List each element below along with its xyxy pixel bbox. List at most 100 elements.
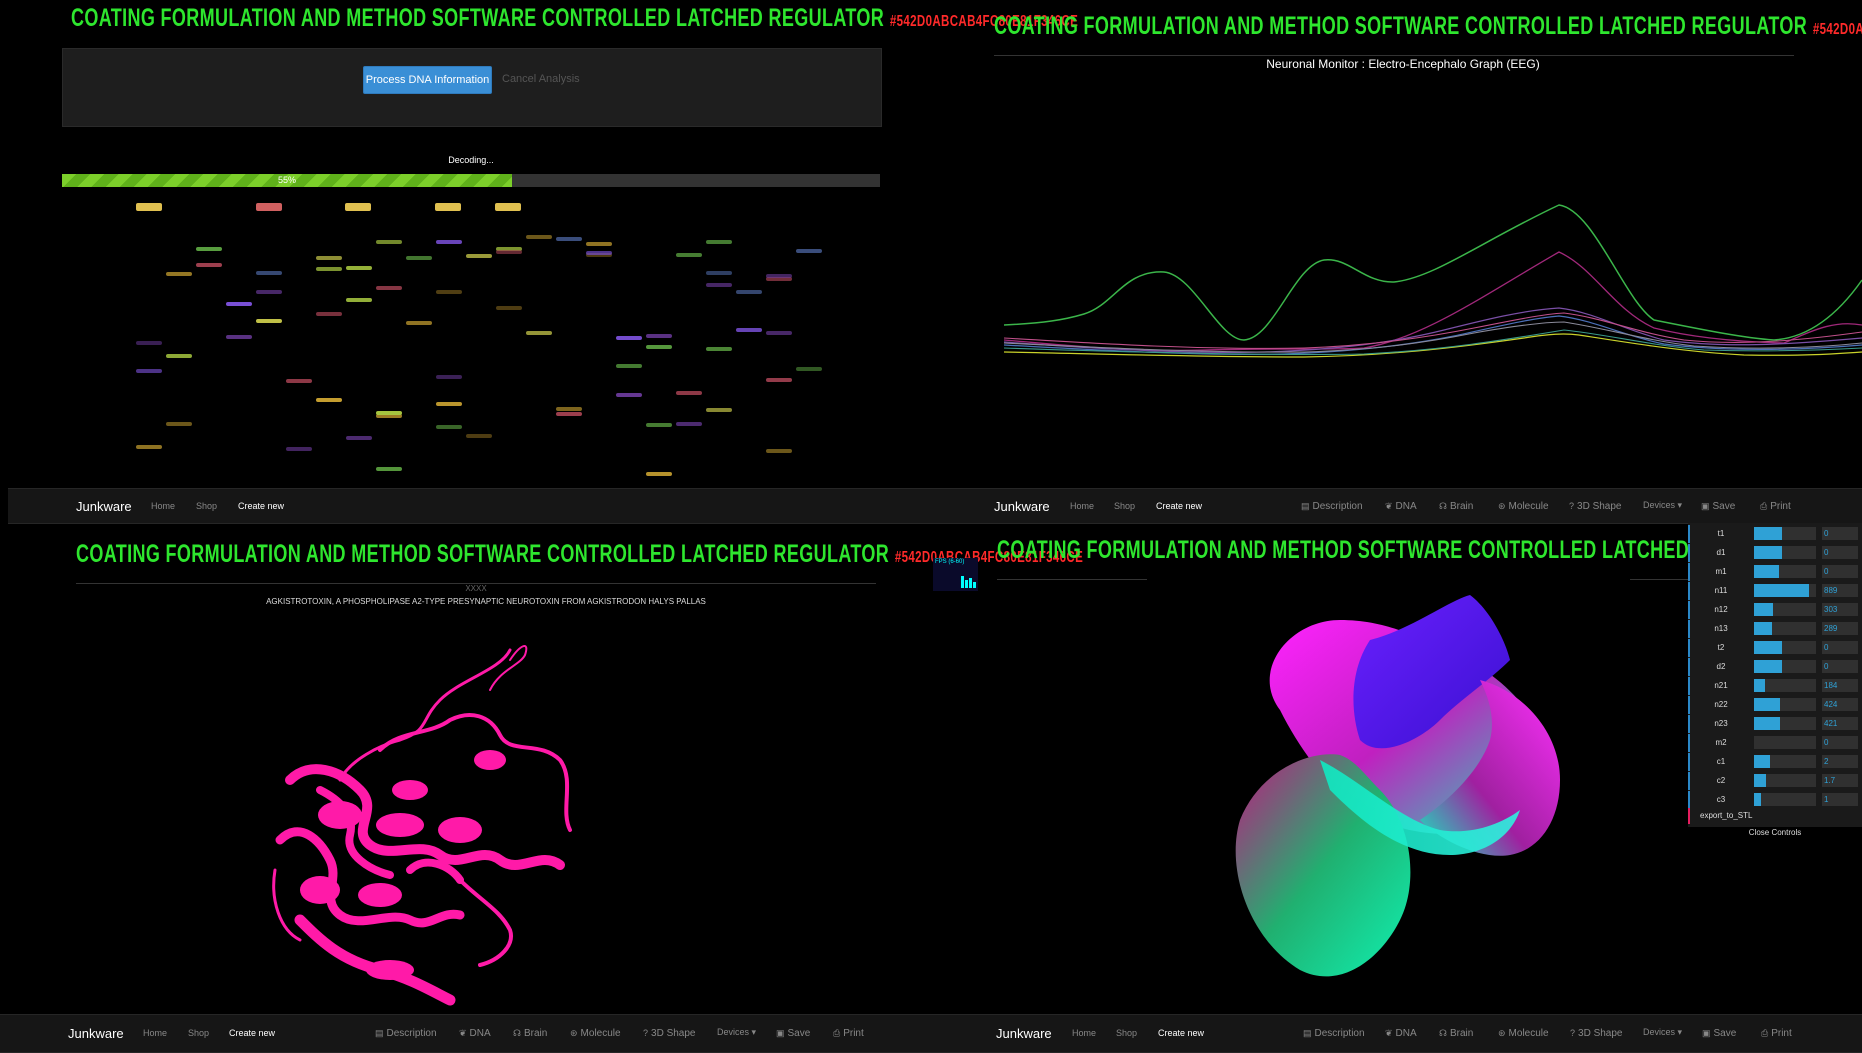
nav-shop[interactable]: Shop bbox=[188, 1028, 209, 1038]
nav-home[interactable]: Home bbox=[1070, 501, 1094, 511]
control-slider[interactable] bbox=[1754, 698, 1816, 711]
nav-devices-dropdown[interactable]: Devices ▾ bbox=[717, 1027, 756, 1038]
eeg-graph bbox=[1004, 204, 1862, 358]
nav-3d-shape[interactable]: ? 3D Shape bbox=[1570, 1028, 1623, 1039]
control-value-input[interactable]: 0 bbox=[1822, 527, 1858, 540]
control-slider[interactable] bbox=[1754, 584, 1816, 597]
gel-band bbox=[556, 412, 582, 416]
nav-save[interactable]: ▣ Save bbox=[776, 1028, 810, 1039]
gel-band bbox=[316, 398, 342, 402]
control-row-t1[interactable]: t1 0 bbox=[1688, 525, 1860, 543]
control-row-m2[interactable]: m2 0 bbox=[1688, 734, 1860, 752]
control-slider[interactable] bbox=[1754, 774, 1816, 787]
nav-print[interactable]: ⎙ Print bbox=[1760, 501, 1791, 512]
brand-link[interactable]: Junkware bbox=[994, 499, 1050, 514]
app-title-text: COATING FORMULATION AND METHOD SOFTWARE … bbox=[994, 12, 1808, 40]
control-row-c1[interactable]: c1 2 bbox=[1688, 753, 1860, 771]
control-value-input[interactable]: 303 bbox=[1822, 603, 1858, 616]
nav-dna[interactable]: ❦ DNA bbox=[1385, 501, 1417, 512]
shape-divider bbox=[997, 579, 1147, 580]
control-row-t2[interactable]: t2 0 bbox=[1688, 639, 1860, 657]
control-slider[interactable] bbox=[1754, 660, 1816, 673]
control-slider[interactable] bbox=[1754, 565, 1816, 578]
nav-brain[interactable]: ☊ Brain bbox=[1439, 1028, 1473, 1039]
control-value-input[interactable]: 0 bbox=[1822, 565, 1858, 578]
control-value-input[interactable]: 184 bbox=[1822, 679, 1858, 692]
control-value-input[interactable]: 889 bbox=[1822, 584, 1858, 597]
control-slider[interactable] bbox=[1754, 527, 1816, 540]
brand-link[interactable]: Junkware bbox=[68, 1026, 124, 1041]
cancel-analysis-button[interactable]: Cancel Analysis bbox=[502, 66, 580, 92]
control-value-input[interactable]: 0 bbox=[1822, 660, 1858, 673]
nav-brain[interactable]: ☊ Brain bbox=[1439, 501, 1473, 512]
control-value-input[interactable]: 424 bbox=[1822, 698, 1858, 711]
control-value-input[interactable]: 421 bbox=[1822, 717, 1858, 730]
fps-meter[interactable]: FPS (6-60) bbox=[933, 558, 978, 591]
control-slider[interactable] bbox=[1754, 679, 1816, 692]
gel-band bbox=[196, 247, 222, 251]
nav-create-new[interactable]: Create new bbox=[1156, 501, 1202, 511]
control-slider[interactable] bbox=[1754, 641, 1816, 654]
control-row-c3[interactable]: c3 1 bbox=[1688, 791, 1860, 809]
nav-molecule[interactable]: ⊛ Molecule bbox=[570, 1028, 621, 1039]
control-value-input[interactable]: 1 bbox=[1822, 793, 1858, 806]
nav-molecule[interactable]: ⊛ Molecule bbox=[1498, 1028, 1549, 1039]
nav-save[interactable]: ▣ Save bbox=[1701, 501, 1735, 512]
control-slider[interactable] bbox=[1754, 622, 1816, 635]
nav-print[interactable]: ⎙ Print bbox=[833, 1028, 864, 1039]
control-value-input[interactable]: 2 bbox=[1822, 755, 1858, 768]
nav-description[interactable]: ▤ Description bbox=[1301, 501, 1363, 512]
nav-3d-shape[interactable]: ? 3D Shape bbox=[643, 1028, 696, 1039]
nav-devices-dropdown[interactable]: Devices ▾ bbox=[1643, 1027, 1682, 1038]
export-stl-button[interactable]: export_to_STL bbox=[1688, 808, 1862, 824]
nav-description[interactable]: ▤ Description bbox=[375, 1028, 437, 1039]
control-slider[interactable] bbox=[1754, 755, 1816, 768]
nav-home[interactable]: Home bbox=[151, 501, 175, 511]
control-row-n22[interactable]: n22 424 bbox=[1688, 696, 1860, 714]
nav-shop[interactable]: Shop bbox=[196, 501, 217, 511]
nav-dna[interactable]: ❦ DNA bbox=[459, 1028, 491, 1039]
control-row-c2[interactable]: c2 1.7 bbox=[1688, 772, 1860, 790]
nav-description[interactable]: ▤ Description bbox=[1303, 1028, 1365, 1039]
eeg-divider bbox=[994, 55, 1794, 56]
control-slider[interactable] bbox=[1754, 717, 1816, 730]
nav-home[interactable]: Home bbox=[1072, 1028, 1096, 1038]
brand-link[interactable]: Junkware bbox=[76, 499, 132, 514]
nav-3d-shape[interactable]: ? 3D Shape bbox=[1569, 501, 1622, 512]
control-row-n12[interactable]: n12 303 bbox=[1688, 601, 1860, 619]
control-row-d1[interactable]: d1 0 bbox=[1688, 544, 1860, 562]
control-row-n21[interactable]: n21 184 bbox=[1688, 677, 1860, 695]
control-slider-fill bbox=[1754, 793, 1762, 806]
process-dna-button[interactable]: Process DNA Information bbox=[363, 66, 492, 94]
control-value-input[interactable]: 289 bbox=[1822, 622, 1858, 635]
nav-print[interactable]: ⎙ Print bbox=[1761, 1028, 1792, 1039]
control-row-m1[interactable]: m1 0 bbox=[1688, 563, 1860, 581]
control-slider[interactable] bbox=[1754, 793, 1816, 806]
control-row-n23[interactable]: n23 421 bbox=[1688, 715, 1860, 733]
control-value-input[interactable]: 1.7 bbox=[1822, 774, 1858, 787]
control-value-input[interactable]: 0 bbox=[1822, 546, 1858, 559]
control-value-input[interactable]: 0 bbox=[1822, 641, 1858, 654]
nav-dna[interactable]: ❦ DNA bbox=[1385, 1028, 1417, 1039]
nav-molecule[interactable]: ⊛ Molecule bbox=[1498, 501, 1549, 512]
brand-link[interactable]: Junkware bbox=[996, 1026, 1052, 1041]
control-slider[interactable] bbox=[1754, 736, 1816, 749]
nav-shop[interactable]: Shop bbox=[1116, 1028, 1137, 1038]
control-row-n13[interactable]: n13 289 bbox=[1688, 620, 1860, 638]
gel-band bbox=[586, 242, 612, 246]
control-row-n11[interactable]: n11 889 bbox=[1688, 582, 1860, 600]
nav-create-new[interactable]: Create new bbox=[1158, 1028, 1204, 1038]
control-value-input[interactable]: 0 bbox=[1822, 736, 1858, 749]
control-slider[interactable] bbox=[1754, 546, 1816, 559]
nav-save[interactable]: ▣ Save bbox=[1702, 1028, 1736, 1039]
nav-home[interactable]: Home bbox=[143, 1028, 167, 1038]
nav-create-new[interactable]: Create new bbox=[238, 501, 284, 511]
nav-create-new[interactable]: Create new bbox=[229, 1028, 275, 1038]
nav-brain[interactable]: ☊ Brain bbox=[513, 1028, 547, 1039]
control-slider[interactable] bbox=[1754, 603, 1816, 616]
nav-devices-dropdown[interactable]: Devices ▾ bbox=[1643, 500, 1682, 511]
control-row-d2[interactable]: d2 0 bbox=[1688, 658, 1860, 676]
app-title-text: COATING FORMULATION AND METHOD SOFTWARE … bbox=[71, 4, 885, 32]
close-controls-button[interactable]: Close Controls bbox=[1688, 826, 1862, 840]
nav-shop[interactable]: Shop bbox=[1114, 501, 1135, 511]
